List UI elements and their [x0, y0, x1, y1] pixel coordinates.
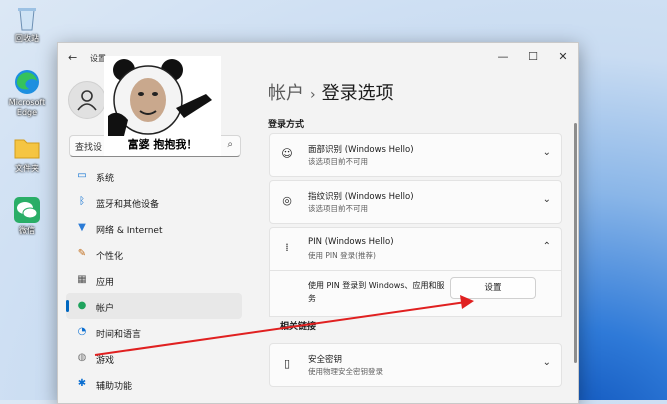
annotation-arrow-icon: [94, 295, 474, 356]
